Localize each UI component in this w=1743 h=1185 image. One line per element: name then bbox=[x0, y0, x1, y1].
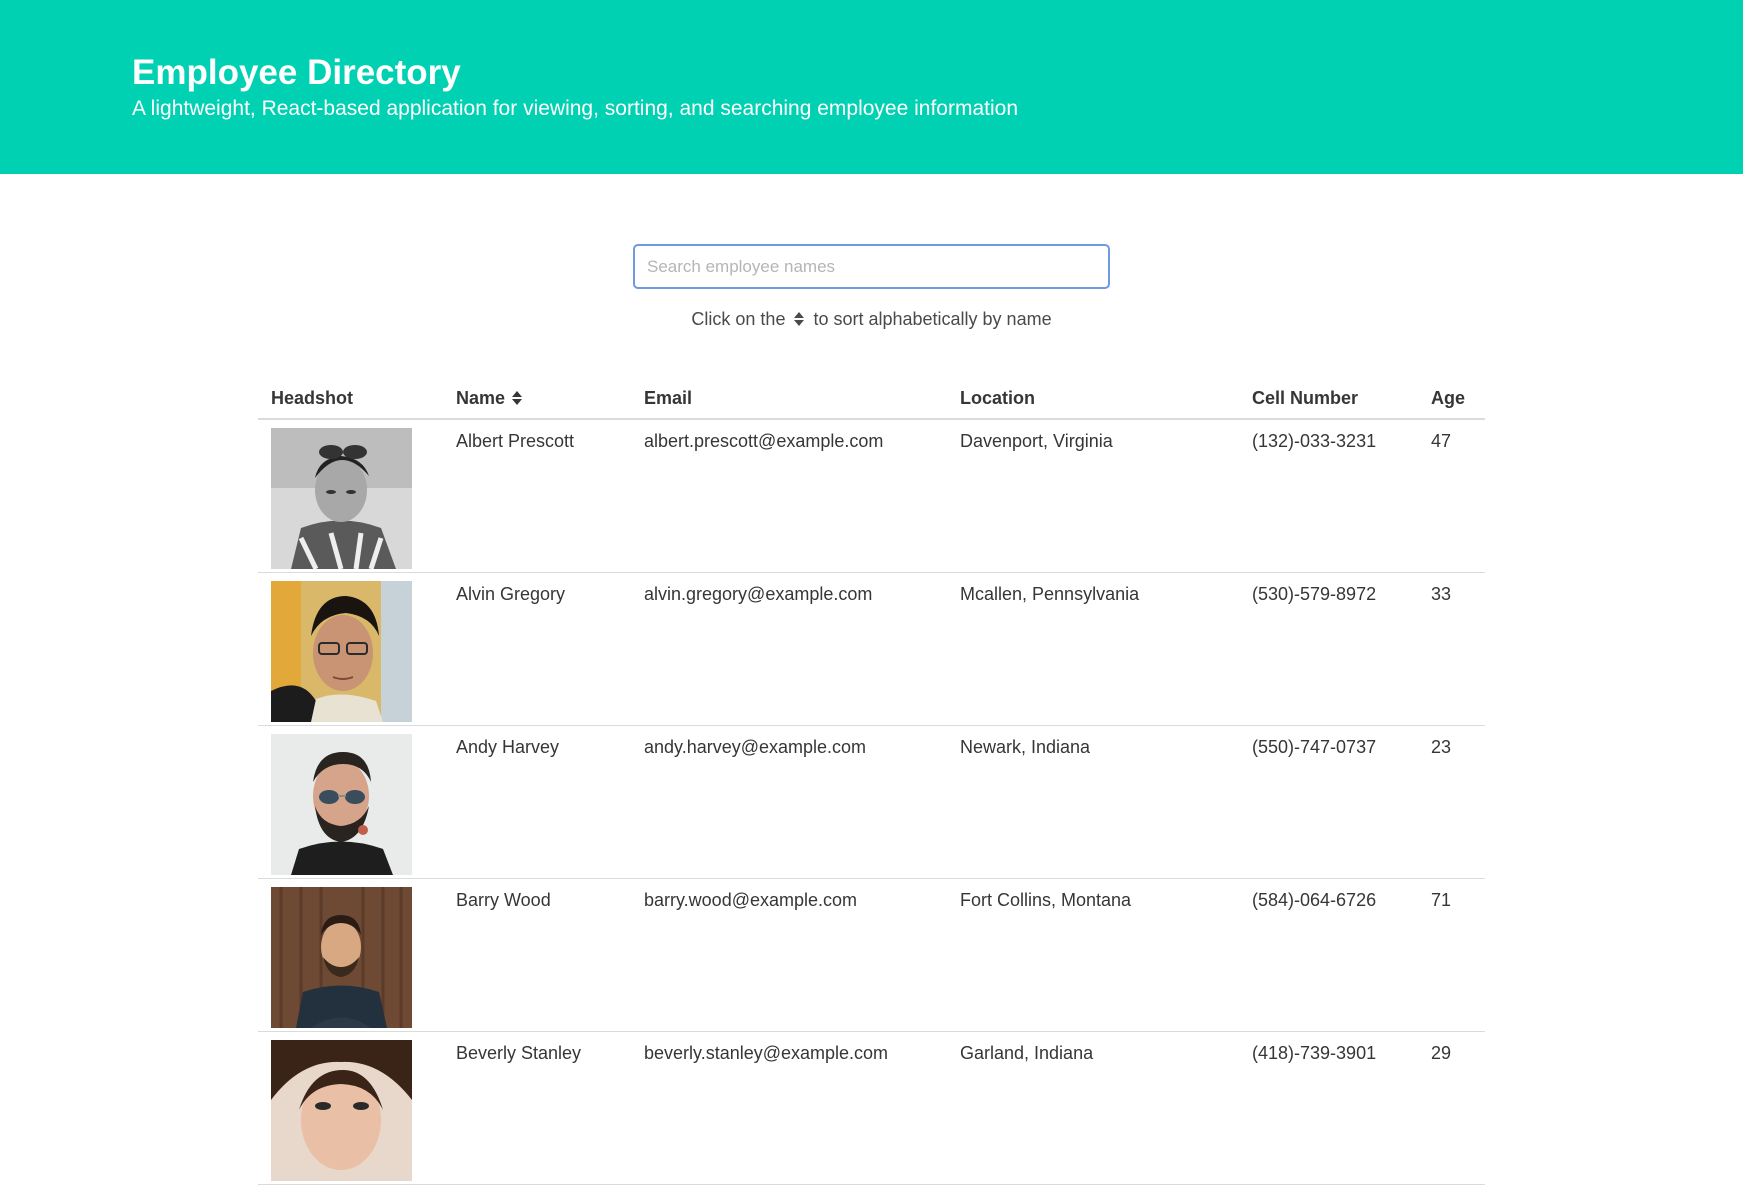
employee-name: Andy Harvey bbox=[443, 725, 631, 879]
headshot-cell bbox=[258, 419, 443, 573]
sort-hint: Click on the to sort alphabetically by na… bbox=[0, 307, 1743, 331]
employee-email: albert.prescott@example.com bbox=[631, 419, 947, 573]
headshot-image bbox=[271, 886, 412, 1028]
employee-email: beverly.stanley@example.com bbox=[631, 1031, 947, 1185]
page-title: Employee Directory bbox=[132, 53, 461, 92]
headshot-cell bbox=[258, 1031, 443, 1185]
employee-age: 71 bbox=[1418, 878, 1485, 1032]
table-header-row: Headshot Name Email Location Cell Number… bbox=[258, 378, 1485, 420]
employee-age: 29 bbox=[1418, 1031, 1485, 1185]
search-input[interactable] bbox=[633, 244, 1110, 289]
employee-table: Headshot Name Email Location Cell Number… bbox=[258, 378, 1485, 1185]
employee-age: 47 bbox=[1418, 419, 1485, 573]
table-row: Alvin Gregory alvin.gregory@example.com … bbox=[258, 572, 1485, 726]
employee-email: alvin.gregory@example.com bbox=[631, 572, 947, 726]
sort-icon[interactable] bbox=[511, 390, 523, 406]
employee-name: Barry Wood bbox=[443, 878, 631, 1032]
headshot-image bbox=[271, 1039, 412, 1181]
hero-banner: Employee Directory A lightweight, React-… bbox=[0, 0, 1743, 174]
column-header-headshot: Headshot bbox=[258, 378, 443, 420]
employee-cell: (132)-033-3231 bbox=[1239, 419, 1418, 573]
employee-age: 33 bbox=[1418, 572, 1485, 726]
employee-location: Davenport, Virginia bbox=[947, 419, 1239, 573]
employee-location: Newark, Indiana bbox=[947, 725, 1239, 879]
employee-location: Fort Collins, Montana bbox=[947, 878, 1239, 1032]
headshot-image bbox=[271, 733, 412, 875]
table-row: Barry Wood barry.wood@example.com Fort C… bbox=[258, 878, 1485, 1032]
employee-table-container: Headshot Name Email Location Cell Number… bbox=[258, 378, 1485, 1185]
column-header-name-label: Name bbox=[456, 387, 506, 408]
sort-hint-before: Click on the bbox=[691, 309, 786, 329]
employee-cell: (530)-579-8972 bbox=[1239, 572, 1418, 726]
employee-name: Alvin Gregory bbox=[443, 572, 631, 726]
employee-age: 23 bbox=[1418, 725, 1485, 879]
employee-email: barry.wood@example.com bbox=[631, 878, 947, 1032]
sort-icon bbox=[794, 312, 805, 326]
employee-cell: (550)-747-0737 bbox=[1239, 725, 1418, 879]
headshot-image bbox=[271, 428, 412, 569]
table-row: Albert Prescott albert.prescott@example.… bbox=[258, 419, 1485, 573]
employee-location: Mcallen, Pennsylvania bbox=[947, 572, 1239, 726]
headshot-cell bbox=[258, 572, 443, 726]
headshot-image bbox=[271, 580, 412, 722]
employee-name: Beverly Stanley bbox=[443, 1031, 631, 1185]
column-header-location: Location bbox=[947, 378, 1239, 420]
employee-name: Albert Prescott bbox=[443, 419, 631, 573]
page-subtitle: A lightweight, React-based application f… bbox=[132, 97, 1018, 120]
table-row: Beverly Stanley beverly.stanley@example.… bbox=[258, 1031, 1485, 1185]
employee-cell: (418)-739-3901 bbox=[1239, 1031, 1418, 1185]
employee-location: Garland, Indiana bbox=[947, 1031, 1239, 1185]
employee-email: andy.harvey@example.com bbox=[631, 725, 947, 879]
column-header-name[interactable]: Name bbox=[443, 378, 631, 420]
column-header-cell-number: Cell Number bbox=[1239, 378, 1418, 420]
table-row: Andy Harvey andy.harvey@example.com Newa… bbox=[258, 725, 1485, 879]
sort-hint-after: to sort alphabetically by name bbox=[813, 309, 1052, 329]
employee-cell: (584)-064-6726 bbox=[1239, 878, 1418, 1032]
headshot-cell bbox=[258, 878, 443, 1032]
headshot-cell bbox=[258, 725, 443, 879]
column-header-age: Age bbox=[1418, 378, 1485, 420]
column-header-email: Email bbox=[631, 378, 947, 420]
